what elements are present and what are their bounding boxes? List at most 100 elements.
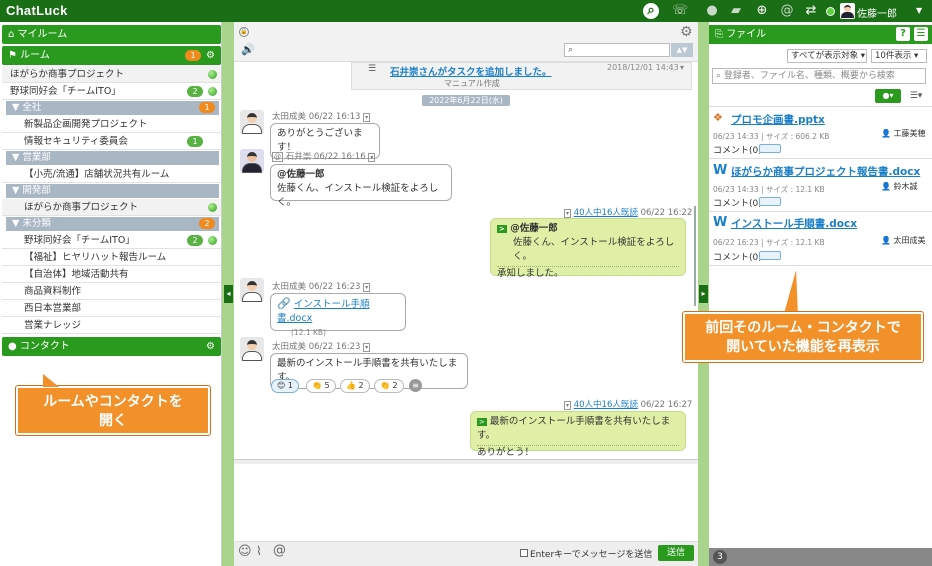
- message-time: 06/22 16:13: [308, 112, 361, 122]
- gear-icon[interactable]: ⚙: [206, 46, 215, 65]
- chat-icon[interactable]: ▰: [728, 3, 744, 19]
- unread-badge: 2: [187, 235, 203, 246]
- file-link[interactable]: インストール手順書.docx: [277, 299, 370, 324]
- room-item[interactable]: 【小売/流通】店舗状況共有ルーム: [2, 166, 221, 183]
- file-link[interactable]: プロモ企画書.pptx: [731, 112, 825, 127]
- message-menu-icon[interactable]: ▾: [363, 113, 371, 122]
- sender-name: 太田成美: [272, 112, 307, 122]
- comment-label[interactable]: コメント(0): [713, 196, 762, 209]
- comment-label[interactable]: コメント(0): [713, 143, 762, 156]
- chat-search-input[interactable]: ⌕: [564, 43, 670, 57]
- rooms-header[interactable]: ⚑ ルーム 1 ⚙: [2, 46, 221, 65]
- mention-icon[interactable]: @: [779, 3, 795, 19]
- emoji-icon[interactable]: ☺: [238, 544, 252, 559]
- task-date: 2018/12/01 14:43: [607, 63, 679, 72]
- message-menu-icon[interactable]: ▾: [564, 209, 572, 218]
- message-menu-icon[interactable]: ▾: [368, 153, 376, 162]
- gear-icon[interactable]: ⚙: [206, 337, 215, 356]
- filter-select[interactable]: すべてが表示対象 ▾: [787, 49, 867, 63]
- chat-scrollbar[interactable]: [694, 206, 696, 306]
- collapse-right-icon[interactable]: ▸: [699, 285, 708, 303]
- file-search-input[interactable]: ⌕ 登録者、ファイル名、種類、概要から検索: [712, 68, 926, 84]
- word-icon: W: [713, 163, 728, 178]
- mention-icon[interactable]: @: [273, 543, 286, 558]
- person-icon[interactable]: ●: [704, 3, 720, 19]
- contacts-header[interactable]: ● コンタクト ⚙: [2, 337, 221, 356]
- person-filter-button[interactable]: ●▾: [875, 89, 901, 103]
- comment-button[interactable]: [759, 197, 781, 206]
- reaction-emoji: 😊: [277, 381, 286, 390]
- room-item[interactable]: 西日本営業部: [2, 300, 221, 317]
- search-placeholder: 登録者、ファイル名、種類、概要から検索: [723, 71, 895, 81]
- reaction-button[interactable]: 👏 2: [374, 379, 404, 393]
- room-item[interactable]: 商品資料制作: [2, 283, 221, 300]
- collapse-left-icon[interactable]: ◂: [224, 285, 233, 303]
- section-header-zensha[interactable]: ▼ 全社 1: [6, 101, 219, 115]
- myroom-button[interactable]: ⌂ マイルーム: [2, 25, 221, 44]
- read-receipt-link[interactable]: 40人中16人既読: [574, 208, 638, 218]
- section-header-kaihatsu[interactable]: ▼ 開発部: [6, 184, 219, 198]
- message-input[interactable]: [234, 464, 698, 541]
- room-label: 営業ナレッジ: [24, 320, 82, 331]
- phone-icon[interactable]: ☏: [672, 3, 688, 19]
- status-icon[interactable]: [826, 7, 835, 16]
- room-item[interactable]: 【福祉】ヒヤリハット報告ルーム: [2, 249, 221, 266]
- speaker-icon[interactable]: 🔊: [241, 43, 255, 56]
- list-icon[interactable]: ☰: [914, 27, 928, 41]
- room-item-baseball[interactable]: 野球同好会「チームITO」 2: [2, 83, 221, 100]
- message-bubble-own: > 最新のインストール手順書を共有いたします。 ありがとう！: [470, 411, 686, 458]
- gear-icon[interactable]: ⚙: [680, 24, 693, 40]
- user-name[interactable]: 佐藤一郎: [857, 5, 897, 20]
- send-button[interactable]: 送信: [658, 545, 694, 561]
- section-title: 未分類: [22, 218, 51, 229]
- sender-name: 石井崇: [285, 152, 312, 162]
- chat-panel: 🔒 ⚙ 🔊 ⌕ ▲▼ ☰ 石井崇さんがタスクを追加しました。 2018/12/0…: [234, 22, 698, 566]
- section-header-eigyo[interactable]: ▼ 営業部: [6, 151, 219, 165]
- message-menu-icon[interactable]: ▾: [363, 283, 371, 292]
- room-item-hogaraka[interactable]: ほがらか商事プロジェクト: [2, 66, 221, 83]
- view-menu-button[interactable]: ☰▾: [905, 89, 927, 103]
- reaction-button[interactable]: 👍 2: [340, 379, 370, 393]
- file-owner: 👤 工藤美穂: [881, 128, 926, 139]
- add-reaction-icon[interactable]: ≡: [409, 379, 422, 392]
- myroom-label: マイルーム: [17, 29, 68, 40]
- help-icon[interactable]: ?: [896, 27, 910, 41]
- collapse-icon: ▼: [12, 185, 20, 196]
- enter-send-checkbox[interactable]: [520, 549, 528, 557]
- avatar: [240, 278, 264, 302]
- room-item[interactable]: 新製品企画開発プロジェクト: [2, 116, 221, 133]
- room-item[interactable]: 情報セキュリティ委員会 1: [2, 133, 221, 150]
- comment-button[interactable]: [759, 251, 781, 260]
- reaction-button[interactable]: 😊 1: [271, 379, 299, 393]
- room-item[interactable]: ほがらか商事プロジェクト: [2, 199, 221, 216]
- message-menu-icon[interactable]: ▾: [363, 343, 371, 352]
- file-link[interactable]: ほがらか商事プロジェクト報告書.docx: [731, 164, 920, 179]
- comment-button[interactable]: [759, 144, 781, 153]
- chevron-down-icon[interactable]: ▼: [916, 6, 922, 15]
- paperclip-icon[interactable]: ⌇: [256, 544, 262, 558]
- read-receipt-link[interactable]: 40人中16人既読: [574, 400, 638, 410]
- room-item[interactable]: 【自治体】地域活動共有: [2, 266, 221, 283]
- file-link[interactable]: インストール手順書.docx: [731, 216, 857, 231]
- message-time: 06/22 16:22: [640, 208, 693, 218]
- per-page-select[interactable]: 10件表示 ▾: [871, 49, 927, 63]
- message-menu-icon[interactable]: ▾: [564, 401, 572, 410]
- swap-icon[interactable]: ⇄: [803, 3, 819, 19]
- message-bubble-own: > @佐藤一郎 佐藤くん、インストール検証をよろしく。 承知しました。: [490, 218, 686, 279]
- globe-icon[interactable]: ⊕: [754, 3, 770, 19]
- section-header-mibunrui[interactable]: ▼ 未分類 2: [6, 217, 219, 231]
- room-item[interactable]: 営業ナレッジ: [2, 317, 221, 334]
- dropdown-icon[interactable]: ▾: [680, 63, 684, 72]
- pptx-icon: ❖: [713, 111, 723, 124]
- user-avatar[interactable]: [840, 3, 855, 19]
- enter-send-label: Enterキーでメッセージを送信: [530, 550, 653, 560]
- comment-label[interactable]: コメント(0): [713, 250, 762, 263]
- owner-avatar-icon: 👤: [881, 182, 891, 191]
- rooms-icon: ⚑: [8, 50, 17, 61]
- task-notice-link[interactable]: 石井崇さんがタスクを追加しました。: [390, 64, 552, 78]
- search-icon[interactable]: ⌕: [643, 3, 659, 19]
- reaction-button[interactable]: 👏 5: [306, 379, 336, 393]
- message-meta: ▾ 40人中16人既読 06/22 16:27: [564, 398, 692, 410]
- room-item[interactable]: 野球同好会「チームITO」 2: [2, 232, 221, 249]
- search-nav-button[interactable]: ▲▼: [671, 43, 693, 57]
